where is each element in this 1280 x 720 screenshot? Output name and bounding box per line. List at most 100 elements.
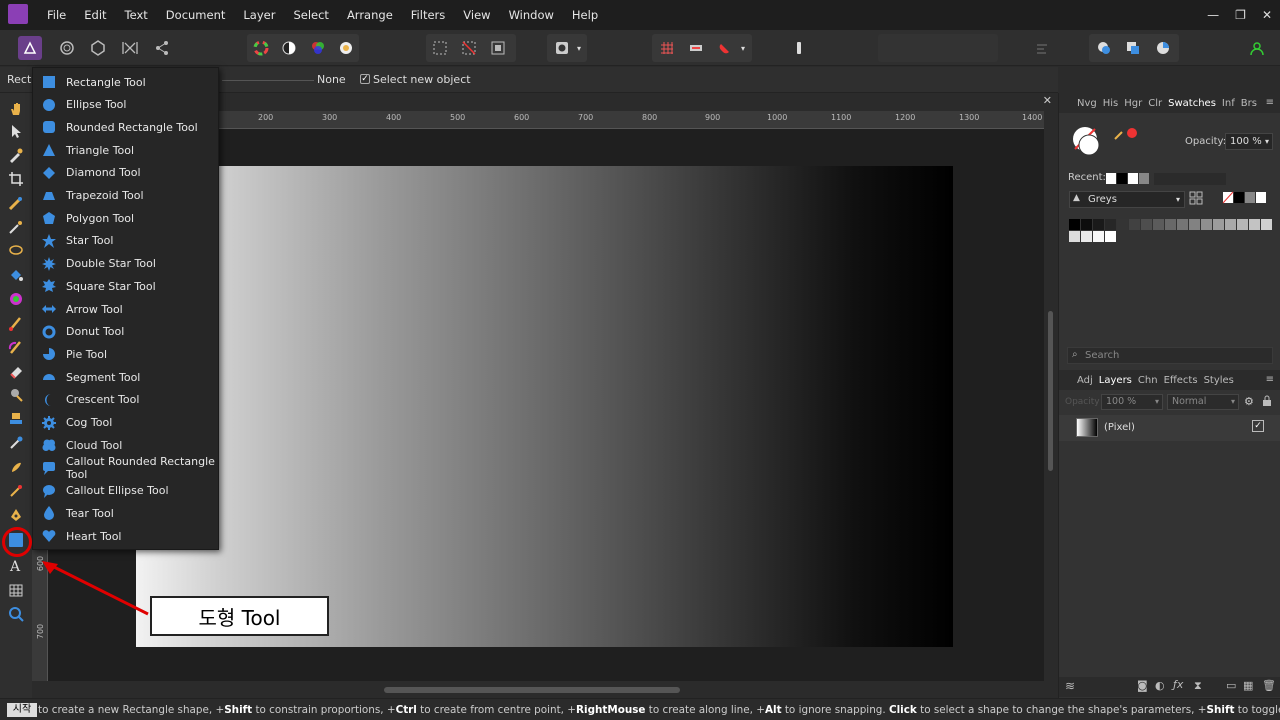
erase-brush-tool-icon[interactable] [6,361,26,381]
adjustment-layer-icon[interactable]: ◐ [1155,679,1165,692]
close-window-button[interactable]: ✕ [1262,8,1272,22]
subtract-geometry-icon[interactable] [1121,36,1145,60]
tab-effects[interactable]: Effects [1164,375,1198,386]
deselect-icon[interactable] [457,36,481,60]
flyout-item[interactable]: Trapezoid Tool [33,185,218,207]
red-eye-tool-icon[interactable] [6,481,26,501]
flyout-item[interactable]: Crescent Tool [33,389,218,411]
menu-layer[interactable]: Layer [234,0,284,30]
invert-selection-icon[interactable] [486,36,510,60]
artistic-text-tool-icon[interactable]: A [6,556,26,576]
menu-help[interactable]: Help [563,0,607,30]
flyout-item[interactable]: Rectangle Tool [33,71,218,93]
affinity-photo-logo-icon[interactable] [8,4,28,24]
tab-adjustments[interactable]: Adj [1077,375,1093,386]
menu-text[interactable]: Text [116,0,157,30]
tab-styles[interactable]: Styles [1204,375,1234,386]
flyout-item[interactable]: Triangle Tool [33,139,218,161]
add-geometry-icon[interactable] [1092,36,1116,60]
export-persona-icon[interactable] [150,36,174,60]
restore-button[interactable]: ❐ [1235,8,1246,22]
menu-select[interactable]: Select [284,0,337,30]
develop-persona-icon[interactable] [86,36,110,60]
flyout-item[interactable]: Pie Tool [33,343,218,365]
levels-icon[interactable] [249,36,273,60]
assistant-icon[interactable] [684,36,708,60]
snapping-dropdown-icon[interactable]: ▾ [736,36,750,60]
tab-brushes[interactable]: Brs [1241,98,1257,109]
menu-document[interactable]: Document [157,0,235,30]
color-replacement-tool-icon[interactable] [6,337,26,357]
layers-panel-menu-icon[interactable]: ≡ [1266,374,1274,385]
photo-persona-icon[interactable] [18,36,42,60]
tab-navigator[interactable]: Nvg [1077,98,1097,109]
flyout-item[interactable]: Star Tool [33,230,218,252]
close-document-button[interactable]: ✕ [1043,94,1052,107]
flyout-item[interactable]: Square Star Tool [33,275,218,297]
account-icon[interactable] [1245,36,1269,60]
flyout-item[interactable]: Callout Rounded Rectangle Tool [33,455,218,481]
hourglass-icon[interactable]: ⧗ [1194,679,1202,693]
grid-icon[interactable] [655,36,679,60]
color-picker-tool-icon[interactable] [6,145,26,165]
crop-tool-icon[interactable] [6,169,26,189]
flyout-item[interactable]: Diamond Tool [33,162,218,184]
layer-visibility-checkbox[interactable]: ✓ [1252,420,1264,432]
tone-mapping-persona-icon[interactable] [118,36,142,60]
contrast-icon[interactable] [277,36,301,60]
mask-layer-icon[interactable]: ◙ [1137,679,1148,692]
white-balance-icon[interactable] [334,36,358,60]
group-folder-icon[interactable]: ▭ [1226,679,1236,692]
minimize-button[interactable]: — [1207,8,1219,22]
flyout-item[interactable]: Segment Tool [33,366,218,388]
flyout-item[interactable]: Polygon Tool [33,207,218,229]
move-tool-icon[interactable] [6,121,26,141]
blemish-removal-tool-icon[interactable] [6,433,26,453]
order-icon[interactable] [787,36,811,60]
paint-brush-tool-icon[interactable] [6,313,26,333]
intersect-geometry-icon[interactable] [1151,36,1175,60]
tab-histogram[interactable]: Hgr [1124,98,1142,109]
flood-select-tool-icon[interactable] [6,217,26,237]
fill-stroke-selector[interactable] [1071,125,1105,159]
horizontal-scrollbar-thumb[interactable] [384,687,680,693]
menu-view[interactable]: View [454,0,499,30]
tab-layers[interactable]: Layers [1099,375,1132,386]
vertical-scrollbar-thumb[interactable] [1048,311,1053,471]
quick-mask-dropdown-icon[interactable]: ▾ [572,36,586,60]
flyout-item[interactable]: Rounded Rectangle Tool [33,116,218,138]
zoom-tool-icon[interactable] [6,604,26,624]
flyout-item[interactable]: Cog Tool [33,412,218,434]
menu-arrange[interactable]: Arrange [338,0,402,30]
marquee-tool-icon[interactable] [6,241,26,261]
smudge-brush-tool-icon[interactable] [6,457,26,477]
pen-tool-icon[interactable] [6,505,26,525]
flyout-item[interactable]: Cloud Tool [33,434,218,456]
dodge-brush-tool-icon[interactable] [6,385,26,405]
tab-color[interactable]: Clr [1148,98,1162,109]
align-icon[interactable] [1030,36,1054,60]
panel-menu-icon[interactable]: ≡ [1266,97,1274,108]
eyedropper-icon[interactable] [1113,127,1137,144]
clone-brush-tool-icon[interactable] [6,409,26,429]
hand-tool-icon[interactable] [6,99,26,119]
horizontal-scrollbar[interactable] [32,681,1044,698]
flyout-item[interactable]: Heart Tool [33,525,218,547]
menu-edit[interactable]: Edit [75,0,115,30]
menu-window[interactable]: Window [500,0,563,30]
delete-layer-icon[interactable]: 🗑 [1262,679,1276,692]
layer-opacity-field[interactable]: 100 % ▾ [1101,394,1163,410]
mesh-warp-tool-icon[interactable] [6,580,26,600]
swatches-opacity-field[interactable]: 100 % ▾ [1225,133,1273,150]
layer-settings-gear-icon[interactable]: ⚙ [1244,395,1254,408]
select-all-icon[interactable] [428,36,452,60]
layer-row[interactable]: (Pixel) ✓ [1059,415,1280,441]
gradient-tool-icon[interactable] [6,289,26,309]
live-filter-icon[interactable]: ƒx [1173,678,1183,691]
recent-swatches[interactable] [1106,172,1152,186]
select-new-object-checkbox[interactable]: ✓ [360,74,370,84]
palette-menu-icon[interactable] [1189,191,1203,205]
tab-channels[interactable]: Chn [1138,375,1158,386]
gradient-pixel-layer-image[interactable] [136,166,953,647]
flyout-item[interactable]: Donut Tool [33,321,218,343]
